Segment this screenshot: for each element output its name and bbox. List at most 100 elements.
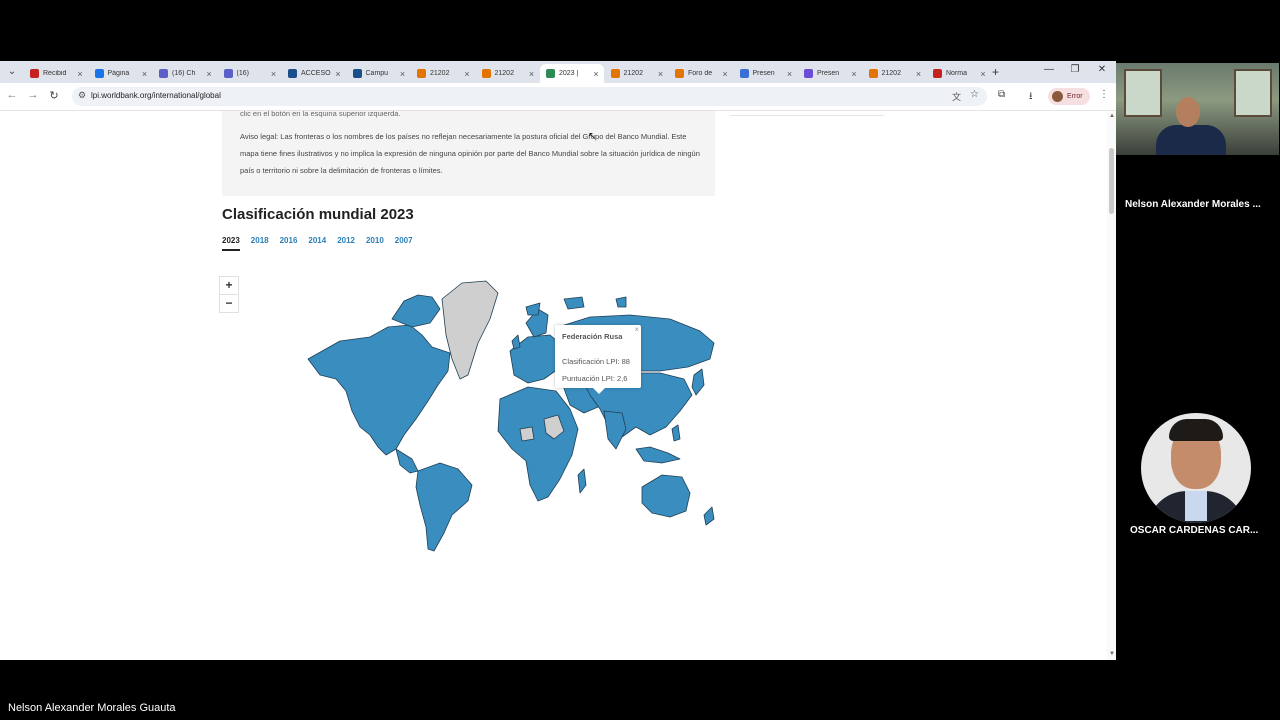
tab-close-icon[interactable]: × [75,69,85,79]
participant-name-2: OSCAR CARDENAS CAR... [1130,525,1259,536]
madagascar [577,468,587,494]
tab-favicon-icon [94,69,104,78]
tab-close-icon[interactable]: × [720,69,730,79]
bookmark-star-icon[interactable]: ☆ [970,89,979,100]
year-tab-2007[interactable]: 2007 [395,236,413,251]
tab-title: Presen [752,70,775,77]
forward-icon[interactable]: → [26,89,40,101]
back-icon[interactable]: ← [5,89,19,101]
tab-title: (16) Ch [172,70,196,77]
new-tab-button[interactable]: + [992,65,999,79]
tab-close-icon[interactable]: × [269,69,279,79]
year-tab-2016[interactable]: 2016 [280,236,298,251]
year-tab-2014[interactable]: 2014 [308,236,326,251]
tab-favicon-icon [30,69,39,78]
browser-tab[interactable]: Campu × [347,64,411,83]
tab-favicon-icon [223,69,233,78]
africa-nodata-2 [519,426,535,442]
tab-favicon-icon [546,69,555,78]
year-tab-2023[interactable]: 2023 [222,236,240,251]
participant-head [1176,97,1200,127]
tab-close-icon[interactable]: × [849,69,859,79]
browser-window: ⌄ Recibid × Página × (16) Ch × (16) × ACCESO × Cam… [0,61,1116,660]
browser-tab[interactable]: Presen × [798,64,862,83]
tab-close-icon[interactable]: × [462,69,472,79]
address-bar[interactable]: ⚙ lpi.worldbank.org/international/global… [72,87,987,106]
zoom-out-button[interactable]: − [219,294,239,313]
browser-tab[interactable]: Foro de × [669,64,733,83]
tab-close-icon[interactable]: × [914,69,924,79]
tab-close-icon[interactable]: × [527,69,537,79]
menu-icon[interactable]: ⋮ [1099,89,1109,100]
browser-tab[interactable]: (16) Ch × [153,64,217,83]
zoom-in-button[interactable]: + [219,276,239,295]
central-america [395,448,419,474]
tab-close-icon[interactable]: × [656,69,666,79]
tab-favicon-icon [288,69,297,78]
browser-tab[interactable]: Presen × [734,64,798,83]
tab-close-icon[interactable]: × [591,69,601,79]
avatar-hair [1169,419,1223,441]
tab-title: Presen [817,70,840,77]
tab-search-icon[interactable]: ⌄ [4,64,20,80]
scroll-up-icon[interactable]: ▲ [1109,113,1115,119]
browser-tab[interactable]: 2023 | × [540,64,604,83]
minimize-icon[interactable]: — [1039,64,1059,75]
tab-favicon-icon [675,69,684,78]
tab-favicon-icon [481,69,491,78]
browser-tab[interactable]: 21202 × [863,64,927,83]
browser-tab[interactable]: (16) × [218,64,282,83]
year-tab-2018[interactable]: 2018 [251,236,269,251]
tab-close-icon[interactable]: × [333,69,343,79]
browser-tab[interactable]: Recibid × [24,64,88,83]
site-info-icon[interactable]: ⚙ [78,90,86,101]
tab-favicon-icon [159,69,168,78]
tab-close-icon[interactable]: × [785,69,795,79]
sidebar-divider [730,115,884,116]
scroll-down-icon[interactable]: ▼ [1109,651,1115,657]
browser-tab[interactable]: 21202 × [476,64,540,83]
tab-favicon-icon [352,69,362,78]
tab-title: 21202 [430,70,450,77]
arctic-island-3 [615,296,627,308]
browser-tab[interactable]: 21202 × [411,64,475,83]
browser-tab[interactable]: 21202 × [605,64,669,83]
tab-strip: ⌄ Recibid × Página × (16) Ch × (16) × ACCESO × Cam… [0,61,1116,83]
browser-tab[interactable]: ACCESO × [282,64,346,83]
profile-error-button[interactable]: Error [1048,88,1090,105]
tab-favicon-icon [739,69,749,78]
active-speaker-name: Nelson Alexander Morales Guauta [8,702,176,714]
year-tab-2010[interactable]: 2010 [366,236,384,251]
greenland [441,280,499,380]
reload-icon[interactable]: ↻ [47,89,61,102]
arctic-island-2 [563,296,585,310]
scrollbar-thumb[interactable] [1109,148,1114,214]
tooltip-rank: Clasificación LPI: 88 [562,357,630,366]
world-map[interactable] [300,279,720,554]
browser-toolbar: ← → ↻ ⚙ lpi.worldbank.org/international/… [0,83,1116,111]
philippines [671,424,681,442]
close-window-icon[interactable]: ✕ [1092,64,1112,75]
tooltip-score: Puntuación LPI: 2,6 [562,374,628,383]
year-tab-2012[interactable]: 2012 [337,236,355,251]
tab-close-icon[interactable]: × [398,69,408,79]
window-decoration [1124,69,1162,117]
url-text[interactable]: lpi.worldbank.org/international/global [91,91,221,100]
translate-icon[interactable]: 文 [952,90,961,103]
tab-favicon-icon [417,69,426,78]
tab-title: Recibid [43,70,67,77]
tooltip-close-icon[interactable]: × [634,325,639,334]
browser-tab[interactable]: Página × [89,64,153,83]
tab-close-icon[interactable]: × [204,69,214,79]
arctic-island-1 [525,302,541,316]
browser-tab[interactable]: Norma × [927,64,991,83]
page-title: Clasificación mundial 2023 [222,206,414,223]
africa [497,386,579,502]
tab-title: Norma [946,70,968,77]
profile-error-label: Error [1067,93,1083,100]
tab-close-icon[interactable]: × [978,69,988,79]
download-icon[interactable]: ⭳ [1029,89,1033,106]
tab-close-icon[interactable]: × [140,69,150,79]
restore-icon[interactable]: ❐ [1065,64,1085,75]
extensions-icon[interactable]: ⧉ [998,89,1005,100]
